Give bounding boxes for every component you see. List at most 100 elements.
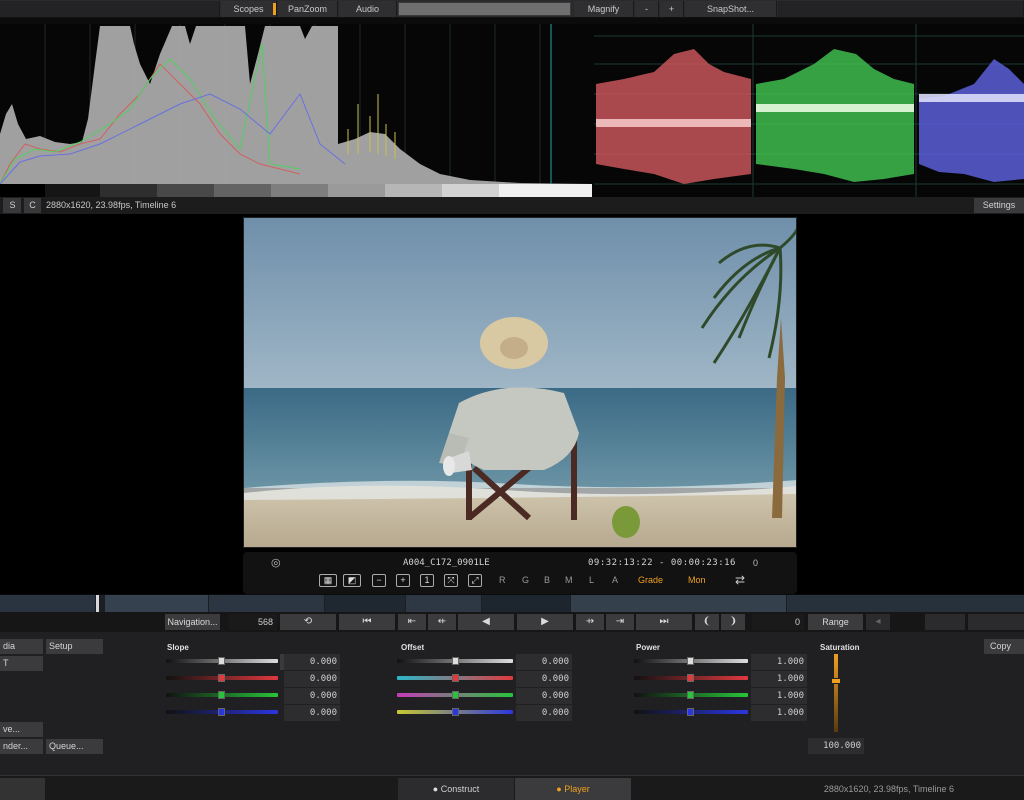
toolbar-spacer-right: [778, 1, 1024, 17]
loop-button[interactable]: ⟲: [280, 614, 336, 630]
copy-button[interactable]: Copy: [984, 639, 1024, 654]
media-button[interactable]: dia: [0, 639, 43, 654]
mon-mode-toggle[interactable]: Mon: [688, 575, 706, 585]
prev-frame-button[interactable]: ⇷: [428, 614, 456, 630]
channel-g[interactable]: G: [522, 575, 529, 585]
power-master-thumb[interactable]: [687, 657, 694, 665]
fullscreen-icon[interactable]: ⤢: [468, 574, 482, 587]
offset-green-value[interactable]: 0.000: [516, 688, 572, 704]
next-frame-button[interactable]: ⇸: [576, 614, 604, 630]
power-red-thumb[interactable]: [687, 674, 694, 682]
power-green-thumb[interactable]: [687, 691, 694, 699]
go-to-start-button[interactable]: ⏮: [339, 614, 395, 630]
c-button[interactable]: C: [24, 198, 41, 213]
zoom-in-label: +: [668, 4, 675, 14]
settings-button[interactable]: Settings: [974, 198, 1024, 213]
timeline-clip[interactable]: [482, 595, 570, 612]
playhead[interactable]: [96, 595, 99, 612]
range-button[interactable]: Range: [808, 614, 863, 630]
offset-cyan-row: 0.000: [397, 671, 575, 687]
navigation-button[interactable]: Navigation...: [165, 614, 220, 630]
power-blue-value[interactable]: 1.000: [751, 705, 807, 721]
audio-mute-button[interactable]: ◂: [866, 614, 890, 630]
play-button[interactable]: ▶: [517, 614, 573, 630]
range-field[interactable]: 0: [752, 614, 804, 630]
s-button[interactable]: S: [4, 198, 21, 213]
timeline-clip[interactable]: [209, 595, 324, 612]
offset-green-thumb[interactable]: [452, 691, 459, 699]
player-label: Player: [564, 784, 590, 794]
queue-button[interactable]: Queue...: [46, 739, 103, 754]
offset-master-value[interactable]: 0.000: [516, 654, 572, 670]
mark-in-button[interactable]: ❨: [695, 614, 719, 630]
setup-button[interactable]: Setup: [46, 639, 103, 654]
split-view-icon[interactable]: ▦: [319, 574, 337, 587]
player-tab[interactable]: ● Player: [515, 778, 631, 800]
wipe-icon[interactable]: ◩: [343, 574, 361, 587]
prev-clip-button[interactable]: ⇤: [398, 614, 426, 630]
power-blue-thumb[interactable]: [687, 708, 694, 716]
saturation-value[interactable]: 100.000: [808, 738, 864, 754]
saturation-slider[interactable]: [834, 654, 838, 732]
magnify-button[interactable]: Magnify: [574, 1, 634, 17]
scopes-button[interactable]: Scopes: [221, 1, 277, 17]
slope-blue-thumb[interactable]: [218, 708, 225, 716]
go-to-end-button[interactable]: ⏭: [636, 614, 692, 630]
queue-label: Queue...: [49, 741, 84, 751]
one-to-one-icon[interactable]: 1: [420, 574, 434, 587]
channel-b[interactable]: B: [544, 575, 550, 585]
power-green-value[interactable]: 1.000: [751, 688, 807, 704]
offset-blue-thumb[interactable]: [452, 708, 459, 716]
panzoom-button[interactable]: PanZoom: [278, 1, 338, 17]
timeline-clip[interactable]: [406, 595, 481, 612]
slope-master-thumb[interactable]: [218, 657, 225, 665]
offset-master-thumb[interactable]: [452, 657, 459, 665]
power-master-value[interactable]: 1.000: [751, 654, 807, 670]
zoom-out-icon[interactable]: −: [372, 574, 386, 587]
channel-m[interactable]: M: [565, 575, 573, 585]
player-dot-icon: ●: [556, 784, 562, 794]
frame-field[interactable]: 568: [229, 614, 277, 630]
lut-button[interactable]: T: [0, 656, 43, 671]
timeline-clip[interactable]: [0, 595, 95, 612]
next-clip-button[interactable]: ⇥: [606, 614, 634, 630]
snapshot-button[interactable]: SnapShot...: [685, 1, 777, 17]
power-red-value[interactable]: 1.000: [751, 671, 807, 687]
channel-r[interactable]: R: [499, 575, 506, 585]
offset-blue-value[interactable]: 0.000: [516, 705, 572, 721]
bottom-left-button[interactable]: [0, 778, 45, 800]
zoom-in-button[interactable]: +: [660, 1, 684, 17]
save-button[interactable]: ve...: [0, 722, 43, 737]
swap-icon[interactable]: ⇄: [735, 573, 745, 587]
grade-mode-toggle[interactable]: Grade: [638, 575, 663, 585]
magnify-slider[interactable]: [398, 2, 571, 16]
video-frame[interactable]: [243, 217, 797, 548]
channel-a[interactable]: A: [612, 575, 618, 585]
offset-red-value[interactable]: 0.000: [516, 671, 572, 687]
skip-start-icon: ⏮: [362, 616, 372, 627]
construct-tab[interactable]: ● Construct: [398, 778, 514, 800]
timeline-clip[interactable]: [105, 595, 208, 612]
render-button[interactable]: nder...: [0, 739, 43, 754]
timeline-strip[interactable]: [0, 595, 1024, 612]
slope-green-value[interactable]: 0.000: [284, 688, 340, 704]
slope-master-value[interactable]: 0.000: [284, 654, 340, 670]
zoom-out-button[interactable]: -: [635, 1, 659, 17]
globe-icon[interactable]: ◎: [271, 556, 281, 569]
timeline-clip[interactable]: [787, 595, 1024, 612]
mark-out-button[interactable]: ❩: [721, 614, 745, 630]
offset-red-thumb[interactable]: [452, 674, 459, 682]
slope-red-value[interactable]: 0.000: [284, 671, 340, 687]
fit-icon[interactable]: ⤧: [444, 574, 458, 587]
slope-blue-value[interactable]: 0.000: [284, 705, 340, 721]
zoom-in-icon[interactable]: +: [396, 574, 410, 587]
audio-button[interactable]: Audio: [339, 1, 397, 17]
slope-green-thumb[interactable]: [218, 691, 225, 699]
saturation-thumb[interactable]: [831, 678, 841, 684]
play-reverse-button[interactable]: ◀: [458, 614, 514, 630]
timeline-clip[interactable]: [571, 595, 786, 612]
toolbar-spacer-left: [0, 1, 220, 17]
timeline-clip[interactable]: [325, 595, 405, 612]
slope-red-thumb[interactable]: [218, 674, 225, 682]
channel-l[interactable]: L: [589, 575, 594, 585]
